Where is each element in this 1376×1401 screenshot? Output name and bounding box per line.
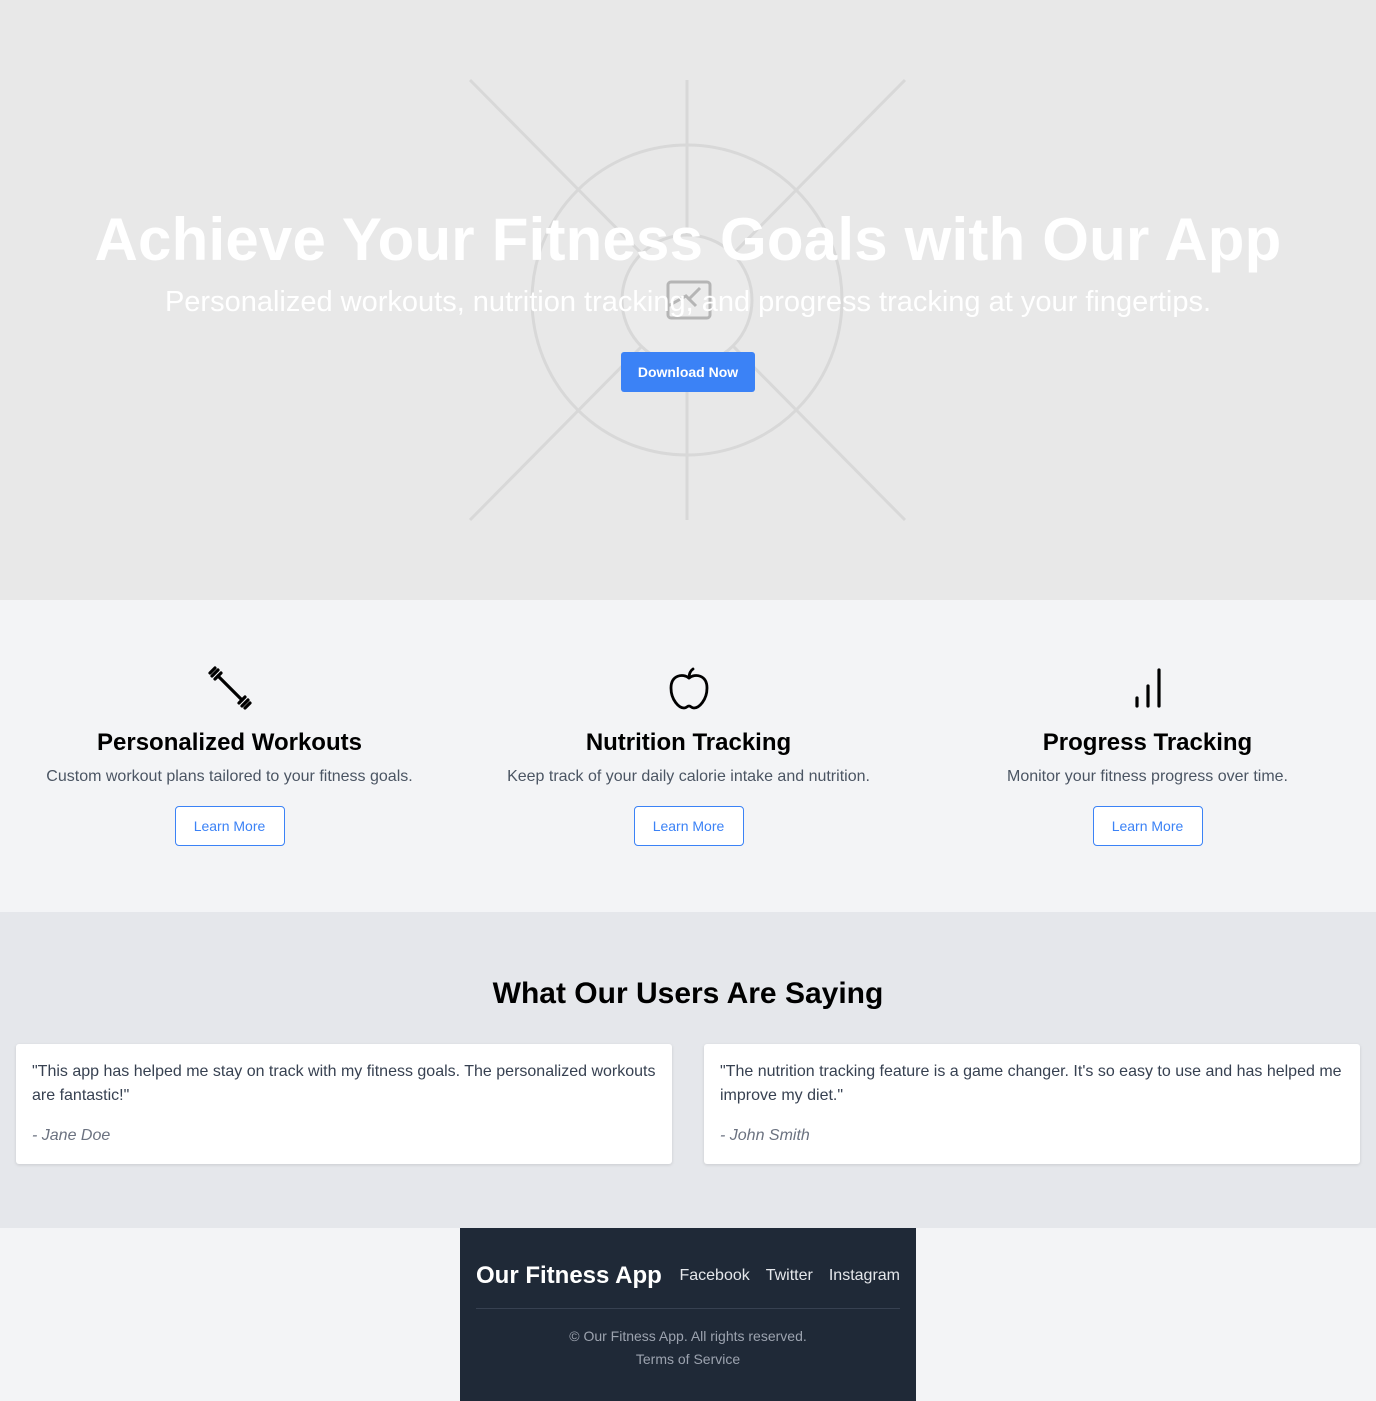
feature-description: Keep track of your daily calorie intake … [507,768,870,785]
testimonial-quote: "This app has helped me stay on track wi… [32,1063,656,1104]
instagram-link[interactable]: Instagram [829,1266,900,1286]
footer-divider [476,1308,900,1309]
footer: Our Fitness App Facebook Twitter Instagr… [460,1228,916,1401]
terms-of-service-link[interactable]: Terms of Service [460,1349,916,1369]
testimonials-section: What Our Users Are Saying "This app has … [0,912,1376,1228]
apple-icon [669,667,708,710]
feature-title: Progress Tracking [1042,729,1253,756]
learn-more-progress-button[interactable]: Learn More [1092,806,1203,846]
bar-chart-icon [1134,668,1161,708]
feature-card-progress: Progress Tracking Monitor your fitness p… [918,664,1376,846]
footer-brand: Our Fitness App [476,1262,662,1289]
footer-copyright: © Our Fitness App. All rights reserved. [569,1328,807,1344]
testimonial-author: - John Smith [720,1127,810,1144]
hero-title: Achieve Your Fitness Goals with Our App [94,206,1282,273]
dumbbell-icon [207,666,252,710]
testimonial-quote: "The nutrition tracking feature is a gam… [720,1063,1342,1104]
hero-subtitle: Personalized workouts, nutrition trackin… [164,286,1212,318]
hero-section: Achieve Your Fitness Goals with Our App … [0,0,1376,600]
feature-title: Personalized Workouts [97,729,362,756]
twitter-link[interactable]: Twitter [766,1266,813,1286]
testimonials-heading: What Our Users Are Saying [492,977,884,1010]
footer-social-links: Facebook Twitter Instagram [679,1266,900,1286]
feature-card-nutrition: Nutrition Tracking Keep track of your da… [459,664,918,846]
feature-title: Nutrition Tracking [585,729,792,756]
learn-more-workouts-button[interactable]: Learn More [174,806,285,846]
testimonial-card: "This app has helped me stay on track wi… [16,1044,672,1164]
download-now-button[interactable]: Download Now [621,352,755,392]
features-section: Personalized Workouts Custom workout pla… [0,600,1376,912]
facebook-link[interactable]: Facebook [679,1266,749,1286]
feature-description: Custom workout plans tailored to your fi… [46,768,413,785]
feature-description: Monitor your fitness progress over time. [1007,768,1288,785]
learn-more-nutrition-button[interactable]: Learn More [633,806,744,846]
footer-wrapper: Our Fitness App Facebook Twitter Instagr… [0,1228,1376,1401]
feature-card-workouts: Personalized Workouts Custom workout pla… [0,664,459,846]
testimonial-card: "The nutrition tracking feature is a gam… [704,1044,1360,1164]
testimonial-author: - Jane Doe [32,1127,111,1144]
